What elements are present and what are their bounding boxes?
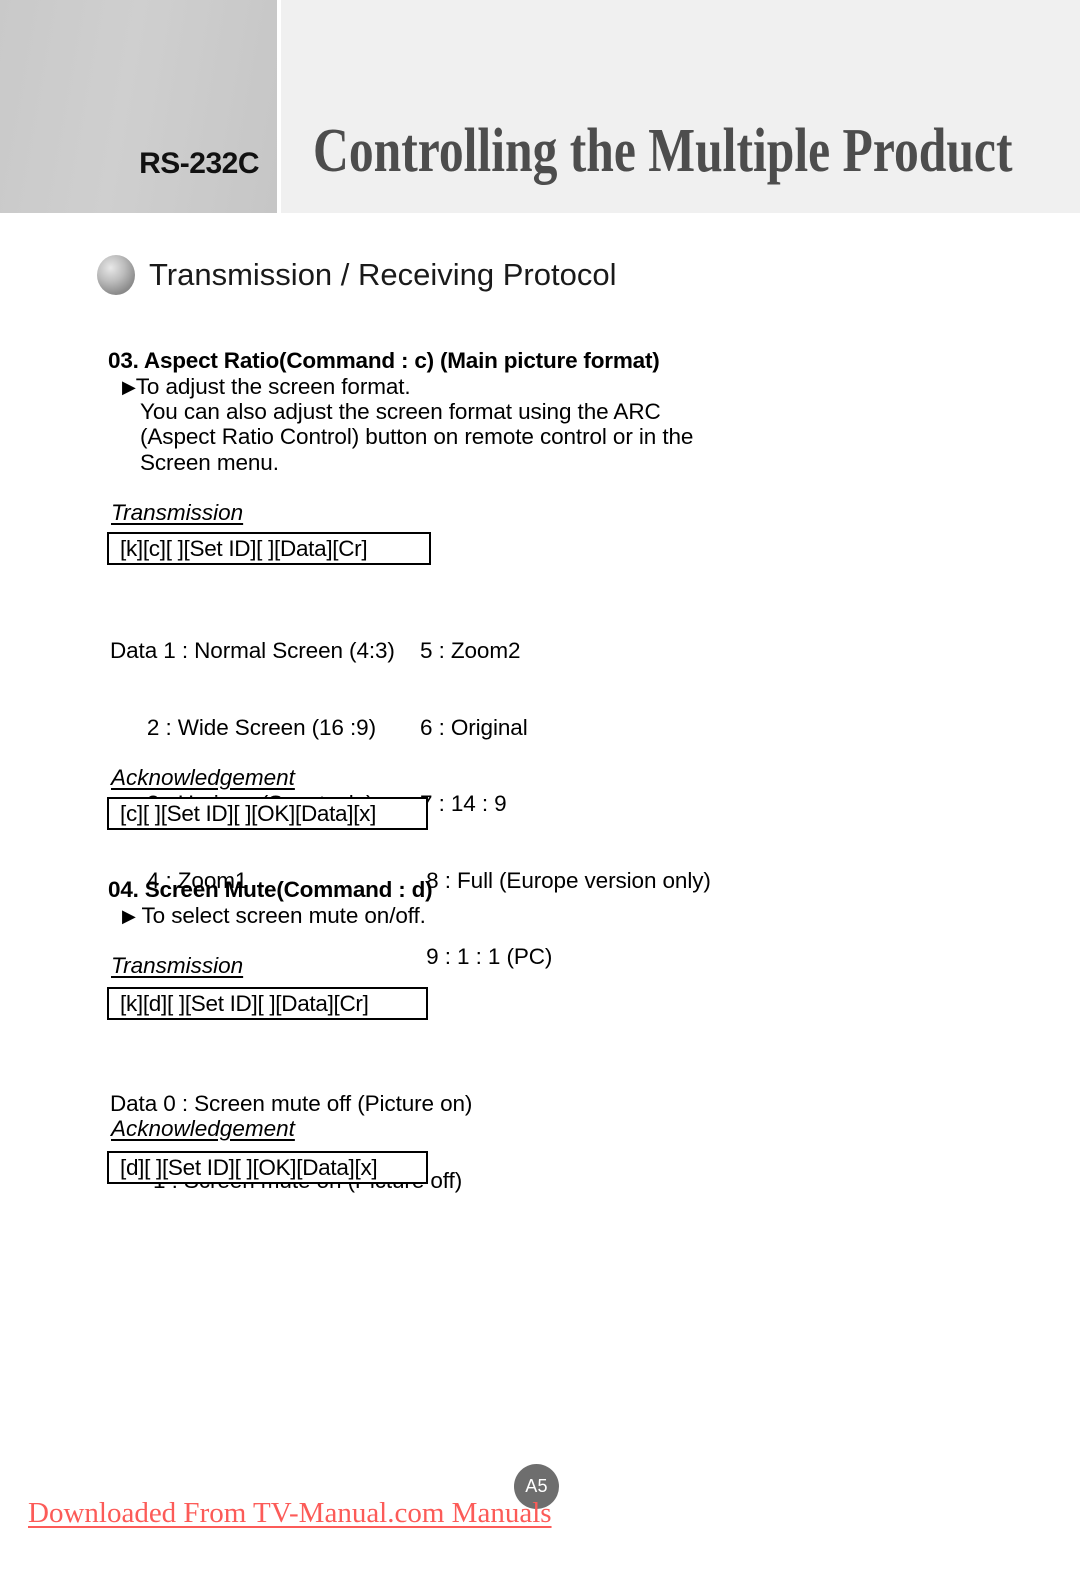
section-03-title: 03. Aspect Ratio(Command : c) (Main pict…	[108, 348, 660, 373]
section-04-transmission-code: [k][d][ ][Set ID][ ][Data][Cr]	[120, 990, 369, 1016]
sphere-bullet-icon	[97, 255, 135, 295]
section-03-acknowledgement-code: [c][ ][Set ID][ ][OK][Data][x]	[120, 800, 377, 826]
data-line: 7 : 14 : 9	[420, 791, 507, 816]
header-rs232c-label: RS-232C	[139, 147, 259, 180]
section-04-acknowledgement-code-box: [d][ ][Set ID][ ][OK][Data][x]	[107, 1151, 428, 1184]
header-right-block: Controlling the Multiple Product	[281, 0, 1080, 213]
data-line: 8 : Full (Europe version only)	[420, 867, 711, 893]
protocol-section-heading-label: Transmission / Receiving Protocol	[149, 257, 617, 292]
section-03-transmission-code: [k][c][ ][Set ID][ ][Data][Cr]	[120, 535, 368, 561]
section-04-title: 04. Screen Mute(Command : d)	[108, 877, 433, 902]
data-line: 6 : Original	[420, 714, 528, 740]
section-03-desc-line-4: Screen menu.	[140, 450, 279, 475]
triangle-bullet-icon: ▶	[122, 906, 136, 926]
section-03-desc-text-1: To adjust the screen format.	[135, 374, 411, 399]
section-04-transmission-label: Transmission	[111, 953, 244, 978]
data-line: Data 1 : Normal Screen (4:3)	[110, 638, 395, 663]
page-header: RS-232C Controlling the Multiple Product	[0, 0, 1080, 213]
page-title: Controlling the Multiple Product	[313, 117, 1013, 185]
section-03-transmission-label: Transmission	[111, 500, 244, 525]
section-04-desc-line-1: ▶ To select screen mute on/off.	[122, 903, 426, 929]
section-03-acknowledgement-label: Acknowledgement	[111, 765, 295, 790]
section-04-data-list: Data 0 : Screen mute off (Picture on) 1 …	[110, 1040, 472, 1244]
section-03-acknowledgement-code-box: [c][ ][Set ID][ ][OK][Data][x]	[107, 797, 428, 830]
triangle-bullet-icon: ▶	[122, 377, 136, 397]
data-line: 5 : Zoom2	[420, 638, 521, 663]
section-03-data-right-col: 5 : Zoom2 6 : Original 7 : 14 : 9 8 : Fu…	[420, 587, 711, 1021]
section-03-desc-line-3: (Aspect Ratio Control) button on remote …	[140, 424, 694, 449]
data-line: 9 : 1 : 1 (PC)	[420, 944, 553, 969]
section-03-desc-line-1: ▶To adjust the screen format.	[122, 374, 411, 400]
watermark-link[interactable]: Downloaded From TV-Manual.com Manuals	[28, 1497, 552, 1530]
section-04-transmission-code-box: [k][d][ ][Set ID][ ][Data][Cr]	[107, 987, 428, 1020]
protocol-section-heading: Transmission / Receiving Protocol	[97, 255, 616, 295]
data-line: Data 0 : Screen mute off (Picture on)	[110, 1091, 473, 1116]
section-03-transmission-code-box: [k][c][ ][Set ID][ ][Data][Cr]	[107, 532, 431, 565]
section-04-acknowledgement-code: [d][ ][Set ID][ ][OK][Data][x]	[120, 1154, 378, 1180]
header-left-block: RS-232C	[0, 0, 277, 213]
section-04-acknowledgement-label: Acknowledgement	[111, 1116, 295, 1141]
section-04-desc-text-1: To select screen mute on/off.	[135, 903, 426, 928]
data-line: 2 : Wide Screen (16 :9)	[110, 714, 376, 740]
section-03-desc-line-2: You can also adjust the screen format us…	[140, 399, 661, 424]
